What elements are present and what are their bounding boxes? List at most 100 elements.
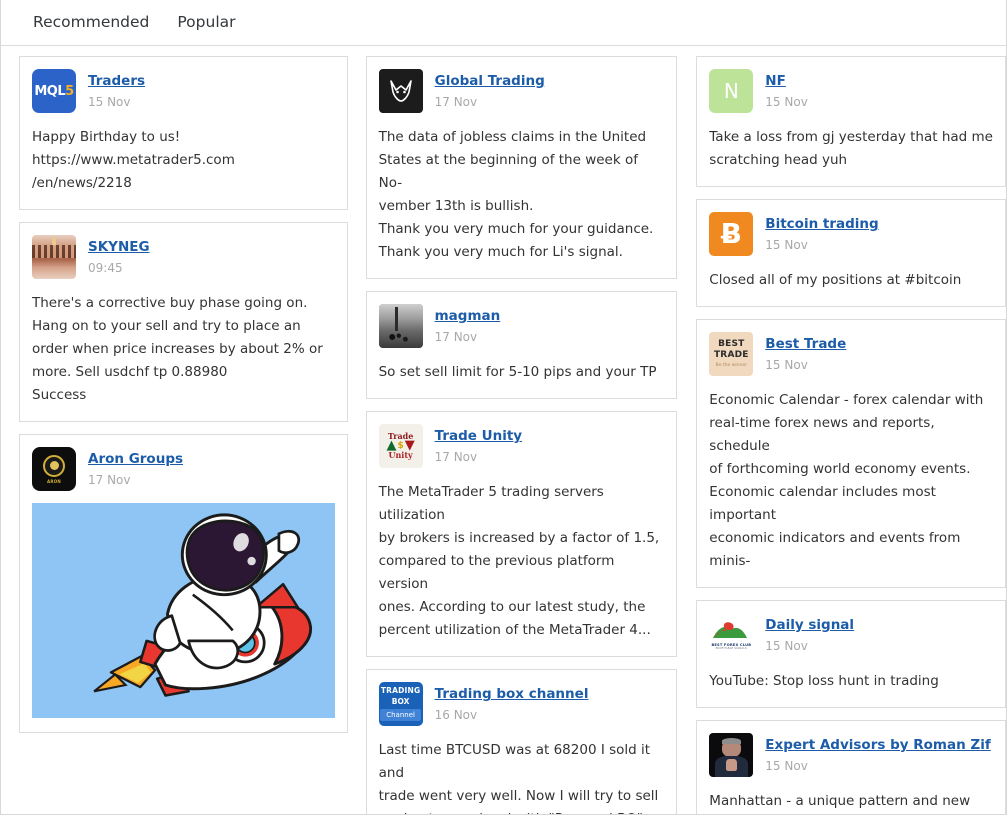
post-author-link[interactable]: magman [435, 308, 501, 325]
post-date: 17 Nov [434, 450, 478, 464]
feed-columns: MQL5 Traders 15 Nov Happy Birthday to us… [1, 46, 1006, 814]
post-author-link[interactable]: Aron Groups [88, 451, 183, 468]
best-forex-club-logo-icon: BEST FOREX CLUB PROFITABLE SIGNALS [709, 613, 754, 657]
post-card[interactable]: magman 17 Nov So set sell limit for 5-10… [365, 291, 678, 399]
post-author-link[interactable]: Trading box channel [435, 686, 589, 703]
post-date: 17 Nov [434, 330, 478, 344]
tab-bar: Recommended Popular [1, 0, 1006, 46]
post-date: 16 Nov [434, 708, 478, 722]
post-body: Happy Birthday to us! https://www.metatr… [32, 129, 235, 191]
post-header: ARON Aron Groups 17 Nov [32, 447, 335, 491]
post-header: SKYNEG 09:45 [32, 235, 335, 279]
post-meta: SKYNEG 09:45 [88, 235, 150, 275]
post-body: Closed all of my positions at #bitcoin [709, 272, 962, 288]
fox-head-logo-icon [378, 69, 423, 113]
post-date: 09:45 [88, 261, 123, 275]
post-header: BEST FOREX CLUB PROFITABLE SIGNALS Daily… [709, 613, 993, 657]
post-card[interactable]: Expert Advisors by Roman Zif 15 Nov Manh… [696, 720, 1006, 814]
best-trade-line2: TRADE [713, 350, 749, 360]
tab-popular[interactable]: Popular [163, 0, 249, 45]
post-card[interactable]: ARON Aron Groups 17 Nov [19, 434, 348, 733]
trading-box-channel-logo-icon: TRADING BOX Channel [378, 682, 423, 726]
post-author-link[interactable]: Daily signal [765, 617, 854, 634]
post-date: 15 Nov [765, 639, 808, 653]
mql5-logo-accent: 5 [65, 83, 74, 99]
post-meta: Aron Groups 17 Nov [88, 447, 183, 487]
post-header: BEST TRADE Be the winner Best Trade 15 N… [709, 332, 993, 376]
astronaut-riding-rocket-image[interactable] [32, 503, 335, 718]
trading-box-line2: BOX [391, 697, 410, 706]
skyneg-photo-icon [32, 235, 76, 279]
post-body: Manhattan - a unique pattern and new set… [709, 793, 971, 809]
roman-zif-photo-icon [709, 733, 754, 777]
mql5-logo-text: MQL [34, 83, 66, 99]
post-meta: Best Trade 15 Nov [765, 332, 846, 372]
post-date: 17 Nov [434, 95, 478, 109]
post-header: Global Trading 17 Nov [378, 69, 665, 113]
tab-recommended[interactable]: Recommended [19, 0, 163, 45]
magman-photo-icon [378, 304, 423, 348]
best-trade-line1: BEST [718, 339, 745, 349]
post-body: Take a loss from gj yesterday that had m… [709, 129, 993, 168]
trading-box-line1: TRADING [380, 686, 421, 695]
post-card[interactable]: Ƀ Bitcoin trading 15 Nov Closed all of m… [696, 199, 1006, 307]
post-card[interactable]: SKYNEG 09:45 There's a corrective buy ph… [19, 222, 348, 422]
best-trade-logo-icon: BEST TRADE Be the winner [709, 332, 754, 376]
post-date: 15 Nov [88, 95, 131, 109]
post-card[interactable]: Global Trading 17 Nov The data of jobles… [365, 56, 678, 279]
post-author-link[interactable]: Trade Unity [435, 428, 522, 445]
aron-groups-logo-icon: ARON [32, 447, 76, 491]
column-2: Global Trading 17 Nov The data of jobles… [365, 56, 678, 814]
trade-unity-logo-icon: Trade ▲ $ ▼ Unity [378, 424, 423, 468]
post-meta: Traders 15 Nov [88, 69, 145, 109]
nf-initial-letter: N [723, 79, 739, 103]
post-header: N NF 15 Nov [709, 69, 993, 113]
column-1: MQL5 Traders 15 Nov Happy Birthday to us… [19, 56, 348, 733]
post-meta: Daily signal 15 Nov [765, 613, 854, 653]
post-meta: Global Trading 17 Nov [435, 69, 545, 109]
post-date: 15 Nov [765, 759, 808, 773]
post-meta: NF 15 Nov [765, 69, 808, 109]
post-author-link[interactable]: Global Trading [435, 73, 545, 90]
post-date: 15 Nov [765, 358, 808, 372]
bitcoin-logo-icon: Ƀ [709, 212, 754, 256]
post-card[interactable]: TRADING BOX Channel Trading box channel … [365, 669, 678, 814]
post-meta: Bitcoin trading 15 Nov [765, 212, 878, 252]
post-body: So set sell limit for 5-10 pips and your… [378, 364, 657, 380]
post-card[interactable]: N NF 15 Nov Take a loss from gj yesterda… [696, 56, 1006, 187]
post-header: TRADING BOX Channel Trading box channel … [378, 682, 665, 726]
post-meta: Trade Unity 17 Nov [435, 424, 522, 464]
best-trade-tagline: Be the winner [715, 363, 747, 368]
mql5-logo-icon: MQL5 [32, 69, 76, 113]
post-body: There's a corrective buy phase going on.… [32, 295, 323, 403]
post-header: Trade ▲ $ ▼ Unity Trade Unity 17 Nov [378, 424, 665, 468]
post-card[interactable]: BEST FOREX CLUB PROFITABLE SIGNALS Daily… [696, 600, 1006, 708]
post-date: 17 Nov [88, 473, 131, 487]
post-body: Last time BTCUSD was at 68200 I sold it … [378, 742, 659, 814]
post-author-link[interactable]: SKYNEG [88, 239, 150, 256]
post-meta: Expert Advisors by Roman Zif 15 Nov [765, 733, 990, 773]
post-author-link[interactable]: NF [765, 73, 786, 90]
post-author-link[interactable]: Best Trade [765, 336, 846, 353]
post-meta: magman 17 Nov [435, 304, 501, 344]
trading-box-channel-pill: Channel [380, 709, 421, 721]
post-card[interactable]: BEST TRADE Be the winner Best Trade 15 N… [696, 319, 1006, 588]
post-header: Ƀ Bitcoin trading 15 Nov [709, 212, 993, 256]
post-author-link[interactable]: Traders [88, 73, 145, 90]
best-forex-club-subcaption: PROFITABLE SIGNALS [715, 646, 747, 650]
post-body: YouTube: Stop loss hunt in trading [709, 673, 939, 689]
column-3: N NF 15 Nov Take a loss from gj yesterda… [696, 56, 1006, 814]
post-header: magman 17 Nov [378, 304, 665, 348]
post-author-link[interactable]: Expert Advisors by Roman Zif [765, 737, 990, 754]
post-meta: Trading box channel 16 Nov [435, 682, 589, 722]
post-card[interactable]: Trade ▲ $ ▼ Unity Trade Unity 17 Nov The… [365, 411, 678, 657]
post-header: MQL5 Traders 15 Nov [32, 69, 335, 113]
post-card[interactable]: MQL5 Traders 15 Nov Happy Birthday to us… [19, 56, 348, 210]
post-author-link[interactable]: Bitcoin trading [765, 216, 878, 233]
post-header: Expert Advisors by Roman Zif 15 Nov [709, 733, 993, 777]
post-date: 15 Nov [765, 95, 808, 109]
trade-unity-bottom-text: Unity [388, 450, 413, 460]
feed-page: Recommended Popular MQL5 Traders 15 Nov … [0, 0, 1007, 815]
post-body: The data of jobless claims in the United… [378, 129, 654, 260]
post-body: The MetaTrader 5 trading servers utiliza… [378, 484, 660, 638]
